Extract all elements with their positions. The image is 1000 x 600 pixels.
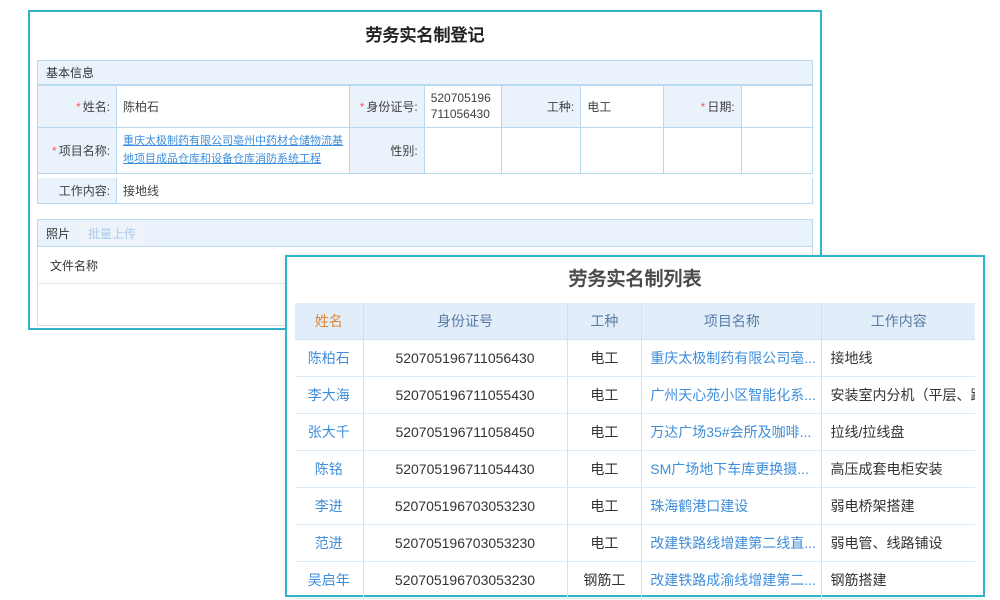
cell-name-link[interactable]: 李大海	[295, 376, 363, 413]
name-label: * 姓名:	[38, 86, 117, 128]
cell-work-content: 弱电桥架搭建	[822, 487, 975, 524]
cell-project-link[interactable]: 广州天心苑小区智能化系...	[642, 376, 822, 413]
batch-upload-button[interactable]: 批量上传	[78, 221, 146, 246]
cell-name-link[interactable]: 陈铭	[295, 450, 363, 487]
column-header-job-type: 工种	[567, 303, 642, 339]
form-empty-cell	[742, 128, 813, 174]
project-name-link[interactable]: 重庆太极制药有限公司亳州中药材仓储物流基地项目成品仓库和设备仓库消防系统工程	[123, 133, 343, 167]
cell-project-link[interactable]: 万达广场35#会所及咖啡...	[642, 413, 822, 450]
cell-work-content: 高压成套电柜安装	[822, 450, 975, 487]
cell-project-link[interactable]: 珠海鹤港口建设	[642, 487, 822, 524]
basic-info-section-label: 基本信息	[46, 64, 94, 81]
cell-job-type: 电工	[567, 376, 642, 413]
photo-section-header: 照片 批量上传	[37, 219, 813, 247]
cell-work-content: 钢筋搭建	[822, 561, 975, 598]
basic-info-section-header: 基本信息	[37, 60, 813, 85]
column-header-work-content: 工作内容	[822, 303, 975, 339]
gender-value-cell[interactable]	[425, 128, 503, 174]
labor-list-table: 姓名 身份证号 工种 项目名称 工作内容 陈柏石 520705196711056…	[295, 303, 975, 599]
date-label: * 日期:	[664, 86, 742, 128]
table-row: 李进 520705196703053230 电工 珠海鹤港口建设 弱电桥架搭建	[295, 487, 975, 524]
registration-title: 劳务实名制登记	[37, 12, 813, 60]
table-header-row: 姓名 身份证号 工种 项目名称 工作内容	[295, 303, 975, 339]
table-row: 吴启年 520705196703053230 钢筋工 改建铁路成渝线增建第二..…	[295, 561, 975, 598]
cell-name-link[interactable]: 李进	[295, 487, 363, 524]
required-asterisk: *	[76, 100, 81, 114]
cell-project-link[interactable]: 重庆太极制药有限公司亳...	[642, 339, 822, 376]
required-asterisk: *	[52, 144, 57, 158]
form-row-2: * 项目名称: 重庆太极制药有限公司亳州中药材仓储物流基地项目成品仓库和设备仓库…	[38, 128, 813, 174]
cell-id-number: 520705196711056430	[363, 339, 567, 376]
job-type-value-cell[interactable]: 电工	[581, 86, 664, 128]
basic-info-form: * 姓名: 陈柏石 * 身份证号: 520705196711056430 工种:…	[37, 85, 813, 204]
cell-job-type: 电工	[567, 524, 642, 561]
column-header-id-number: 身份证号	[363, 303, 567, 339]
table-row: 陈铭 520705196711054430 电工 SM广场地下车库更换摄... …	[295, 450, 975, 487]
cell-project-link[interactable]: 改建铁路线增建第二线直...	[642, 524, 822, 561]
cell-job-type: 电工	[567, 413, 642, 450]
cell-id-number: 520705196711054430	[363, 450, 567, 487]
cell-project-link[interactable]: SM广场地下车库更换摄...	[642, 450, 822, 487]
form-empty-cell	[581, 128, 664, 174]
cell-work-content: 弱电管、线路铺设	[822, 524, 975, 561]
cell-name-link[interactable]: 范进	[295, 524, 363, 561]
table-row: 陈柏石 520705196711056430 电工 重庆太极制药有限公司亳...…	[295, 339, 975, 376]
cell-id-number: 520705196711055430	[363, 376, 567, 413]
work-content-label: 工作内容:	[38, 178, 117, 204]
cell-job-type: 电工	[567, 487, 642, 524]
id-number-label: * 身份证号:	[350, 86, 424, 128]
required-asterisk: *	[360, 100, 365, 114]
cell-name-link[interactable]: 张大千	[295, 413, 363, 450]
cell-job-type: 电工	[567, 450, 642, 487]
project-name-label: * 项目名称:	[38, 128, 117, 174]
gender-label: 性别:	[350, 128, 424, 174]
form-row-1: * 姓名: 陈柏石 * 身份证号: 520705196711056430 工种:…	[38, 86, 813, 128]
table-row: 范进 520705196703053230 电工 改建铁路线增建第二线直... …	[295, 524, 975, 561]
cell-id-number: 520705196711058450	[363, 413, 567, 450]
cell-work-content: 拉线/拉线盘	[822, 413, 975, 450]
cell-name-link[interactable]: 陈柏石	[295, 339, 363, 376]
form-row-3: 工作内容: 接地线	[38, 178, 813, 204]
list-panel: 劳务实名制列表 姓名 身份证号 工种 项目名称 工作内容 陈柏石 5207051…	[285, 255, 985, 597]
cell-id-number: 520705196703053230	[363, 524, 567, 561]
id-number-value-cell[interactable]: 520705196711056430	[425, 86, 503, 128]
column-header-name: 姓名	[295, 303, 363, 339]
name-value-cell[interactable]: 陈柏石	[117, 86, 350, 128]
cell-id-number: 520705196703053230	[363, 487, 567, 524]
table-row: 张大千 520705196711058450 电工 万达广场35#会所及咖啡..…	[295, 413, 975, 450]
work-content-value-cell[interactable]: 接地线	[117, 178, 813, 204]
cell-name-link[interactable]: 吴启年	[295, 561, 363, 598]
cell-project-link[interactable]: 改建铁路成渝线增建第二...	[642, 561, 822, 598]
project-name-value-cell: 重庆太极制药有限公司亳州中药材仓储物流基地项目成品仓库和设备仓库消防系统工程	[117, 128, 350, 174]
column-header-project: 项目名称	[642, 303, 822, 339]
date-value-cell[interactable]	[742, 86, 813, 128]
list-table-body: 陈柏石 520705196711056430 电工 重庆太极制药有限公司亳...…	[295, 339, 975, 598]
photo-section-label: 照片	[46, 225, 70, 242]
cell-job-type: 钢筋工	[567, 561, 642, 598]
form-empty-cell	[664, 128, 742, 174]
required-asterisk: *	[701, 100, 706, 114]
form-empty-cell	[502, 128, 581, 174]
cell-job-type: 电工	[567, 339, 642, 376]
cell-id-number: 520705196703053230	[363, 561, 567, 598]
job-type-label: 工种:	[502, 86, 581, 128]
list-title: 劳务实名制列表	[295, 257, 975, 303]
cell-work-content: 接地线	[822, 339, 975, 376]
table-row: 李大海 520705196711055430 电工 广州天心苑小区智能化系...…	[295, 376, 975, 413]
cell-work-content: 安装室内分机（平层、跃...	[822, 376, 975, 413]
